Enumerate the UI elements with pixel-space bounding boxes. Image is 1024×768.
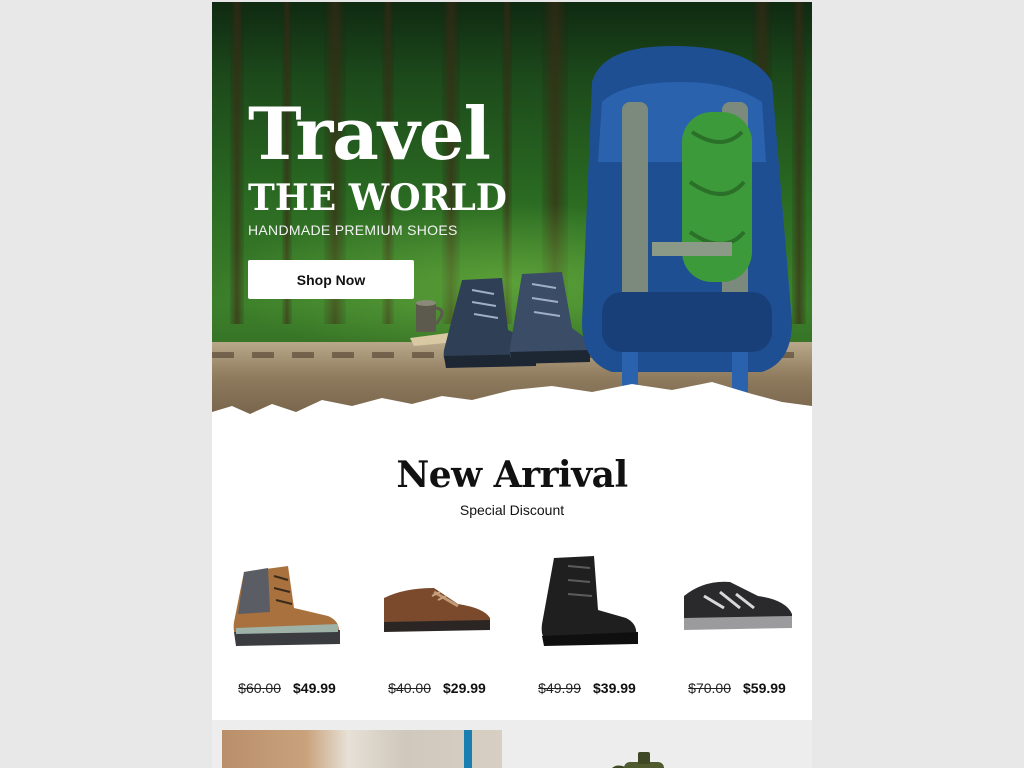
hero-title: Travel xyxy=(248,91,491,176)
price-row: $40.00 $29.99 xyxy=(362,680,512,696)
price-row: $70.00 $59.99 xyxy=(662,680,812,696)
trekking-pole xyxy=(464,730,472,768)
email-newsletter: Travel THE WORLD HANDMADE PREMIUM SHOES … xyxy=(212,2,812,768)
black-combat-boot-icon xyxy=(541,556,638,646)
product-grid: $60.00 $49.99 $40.00 $29.99 $49.99 $39.9… xyxy=(212,550,812,710)
product-card[interactable]: $70.00 $59.99 xyxy=(662,550,812,710)
product-card[interactable]: $49.99 $39.99 xyxy=(512,550,662,710)
shop-now-button[interactable]: Shop Now xyxy=(248,260,414,299)
hero-subtitle: THE WORLD xyxy=(248,177,508,219)
original-price: $60.00 xyxy=(238,680,281,696)
price-row: $60.00 $49.99 xyxy=(212,680,362,696)
section-subtitle: Special Discount xyxy=(459,502,565,518)
original-price: $70.00 xyxy=(688,680,731,696)
original-price: $40.00 xyxy=(388,680,431,696)
product-card[interactable]: $40.00 $29.99 xyxy=(362,550,512,710)
sale-price: $29.99 xyxy=(443,680,486,696)
hiker-photo xyxy=(222,730,502,768)
section-title: New Arrival xyxy=(396,454,628,496)
original-price: $49.99 xyxy=(538,680,581,696)
brown-leather-shoe-icon xyxy=(384,588,490,632)
black-trail-sneaker-icon xyxy=(684,581,792,630)
hero-tagline: HANDMADE PREMIUM SHOES xyxy=(248,222,458,238)
product-card[interactable]: $60.00 $49.99 xyxy=(212,550,362,710)
sale-price: $49.99 xyxy=(293,680,336,696)
sale-price: $39.99 xyxy=(593,680,636,696)
next-section-preview xyxy=(212,720,812,768)
hero-banner: Travel THE WORLD HANDMADE PREMIUM SHOES … xyxy=(212,2,812,434)
brown-hiking-boot-icon xyxy=(233,566,340,646)
canteen-icon xyxy=(612,752,664,768)
sale-price: $59.99 xyxy=(743,680,786,696)
price-row: $49.99 $39.99 xyxy=(512,680,662,696)
